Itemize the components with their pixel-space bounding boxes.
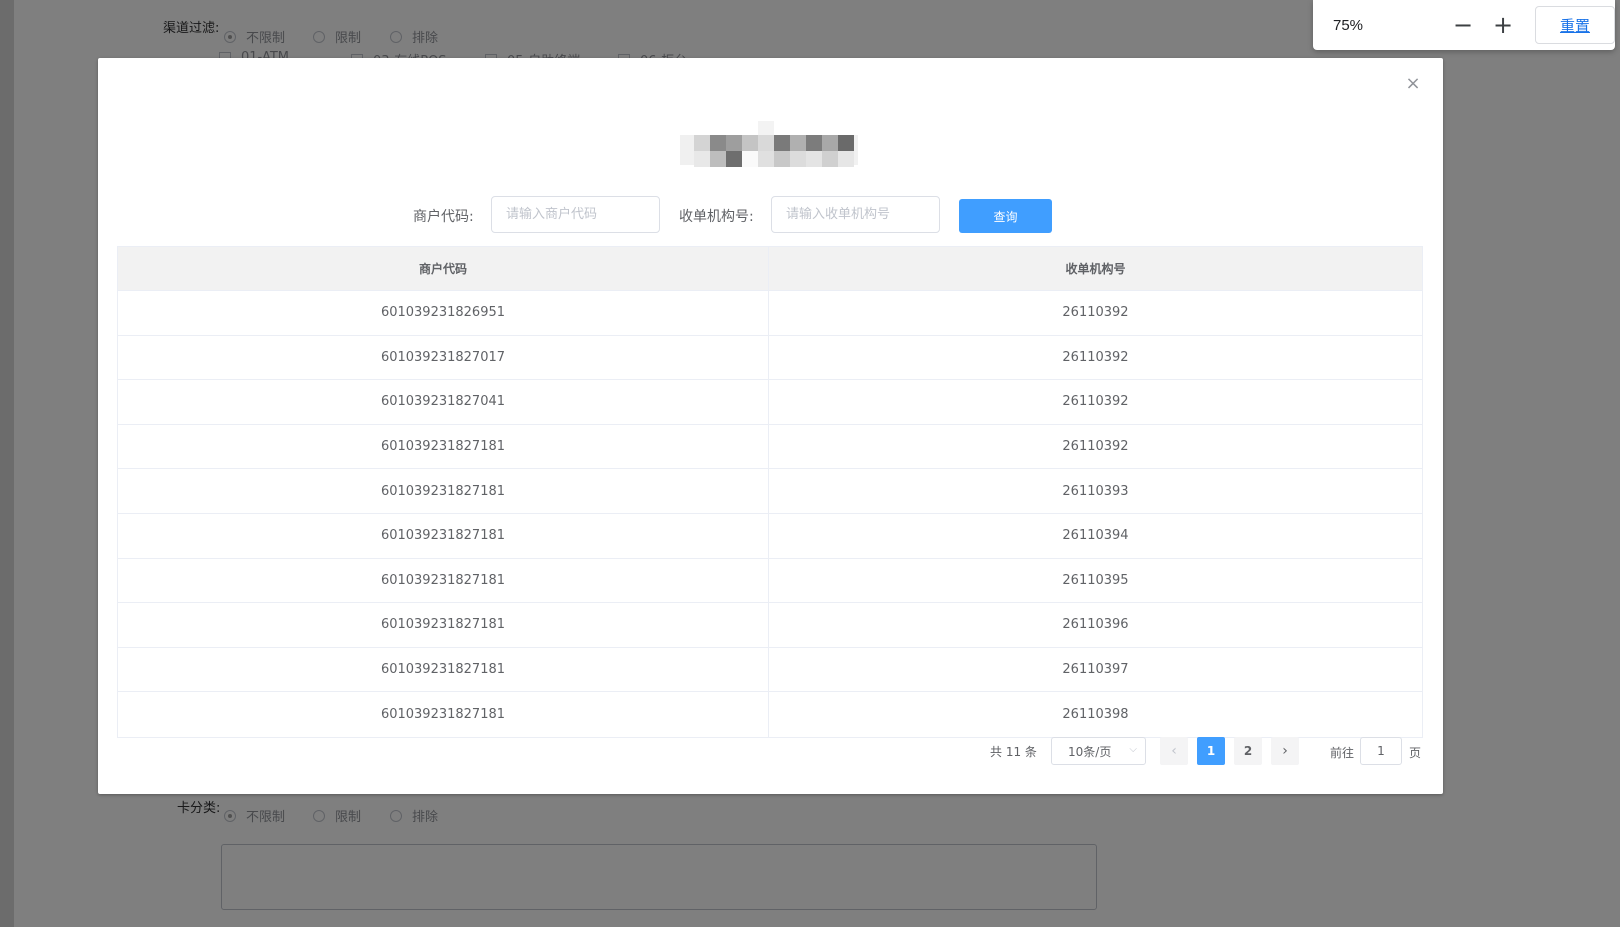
search-bar: 商户代码: 收单机构号: 查询 (98, 194, 1443, 234)
zoom-popup: 75% − + 重置 (1313, 0, 1615, 50)
merchant-code-cell: 601039231827181 (118, 469, 769, 513)
merchant-code-cell: 601039231827181 (118, 424, 769, 469)
goto-suffix: 页 (1409, 746, 1422, 760)
zoom-reset-button[interactable]: 重置 (1535, 6, 1615, 44)
table-body: 601039231826951 26110392 601039231827017 26… (118, 291, 1422, 737)
acquirer-id-cell: 26110395 (1062, 572, 1129, 588)
acquirer-id-cell: 26110392 (1062, 349, 1129, 365)
page-size-select[interactable]: 10条/页 ⌵ (1051, 737, 1146, 765)
zoom-in-button[interactable]: + (1483, 7, 1523, 43)
acquirer-id-cell: 26110392 (1062, 394, 1129, 410)
merchant-code-cell: 601039231827181 (118, 513, 769, 558)
column-header-merchant-code[interactable]: 商户代码 (118, 247, 769, 290)
table-row[interactable]: 601039231827017 26110392 (118, 335, 1422, 381)
acquirer-id-cell: 26110397 (1062, 662, 1129, 678)
acquirer-id-cell: 26110398 (1062, 707, 1129, 723)
merchant-code-cell: 601039231826951 (118, 291, 769, 335)
prev-page-button[interactable]: ‹ (1160, 737, 1188, 765)
total-count: 共 11 条 (990, 745, 1037, 759)
goto-page-input[interactable] (1360, 737, 1402, 765)
page-button-1[interactable]: 1 (1197, 737, 1225, 765)
close-icon[interactable]: × (1403, 73, 1423, 94)
table-row[interactable]: 601039231826951 26110392 (118, 291, 1422, 336)
merchant-code-cell: 601039231827041 (118, 380, 769, 424)
merchant-code-cell: 601039231827017 (118, 335, 769, 380)
table-row[interactable]: 601039231827041 26110392 (118, 380, 1422, 425)
table-row[interactable]: 601039231827181 26110397 (118, 647, 1422, 693)
dialog-title-redacted (680, 121, 858, 167)
merchant-table: 商户代码 收单机构号 601039231826951 26110392 601039… (117, 246, 1423, 738)
table-row[interactable]: 601039231827181 26110392 (118, 424, 1422, 470)
merchant-code-cell: 601039231827181 (118, 692, 769, 737)
goto-prefix: 前往 (1330, 746, 1355, 760)
merchant-code-cell: 601039231827181 (118, 647, 769, 692)
zoom-out-button[interactable]: − (1443, 7, 1483, 43)
table-row[interactable]: 601039231827181 26110398 (118, 692, 1422, 737)
acquirer-id-input[interactable] (771, 196, 940, 233)
next-page-button[interactable]: › (1271, 737, 1299, 765)
table-row[interactable]: 601039231827181 26110393 (118, 469, 1422, 514)
acquirer-id-cell: 26110396 (1062, 617, 1129, 633)
acquirer-id-cell: 26110394 (1062, 528, 1129, 544)
merchant-code-cell: 601039231827181 (118, 603, 769, 647)
page-button-2[interactable]: 2 (1234, 737, 1262, 765)
table-row[interactable]: 601039231827181 26110396 (118, 603, 1422, 648)
table-header: 商户代码 收单机构号 (118, 247, 1422, 291)
merchant-code-label: 商户代码: (413, 209, 474, 225)
pagination: 共 11 条 10条/页 ⌵ ‹ 1 2 › 前往 页 (98, 737, 1443, 765)
acquirer-id-cell: 26110393 (1062, 483, 1129, 499)
acquirer-id-cell: 26110392 (1062, 305, 1129, 321)
chevron-down-icon: ⌵ (1129, 744, 1137, 755)
zoom-level: 75% (1333, 16, 1364, 34)
acquirer-id-label: 收单机构号: (679, 209, 754, 225)
column-header-acquirer-id[interactable]: 收单机构号 (769, 247, 1422, 290)
query-button[interactable]: 查询 (959, 199, 1052, 233)
acquirer-id-cell: 26110392 (1062, 439, 1129, 455)
merchant-code-input[interactable] (491, 196, 660, 233)
table-row[interactable]: 601039231827181 26110394 (118, 513, 1422, 559)
merchant-code-cell: 601039231827181 (118, 558, 769, 603)
merchant-dialog: × 商户代码: 收单机构号: 查询 商户代码 收单机构号 (98, 58, 1443, 794)
table-row[interactable]: 601039231827181 26110395 (118, 558, 1422, 604)
